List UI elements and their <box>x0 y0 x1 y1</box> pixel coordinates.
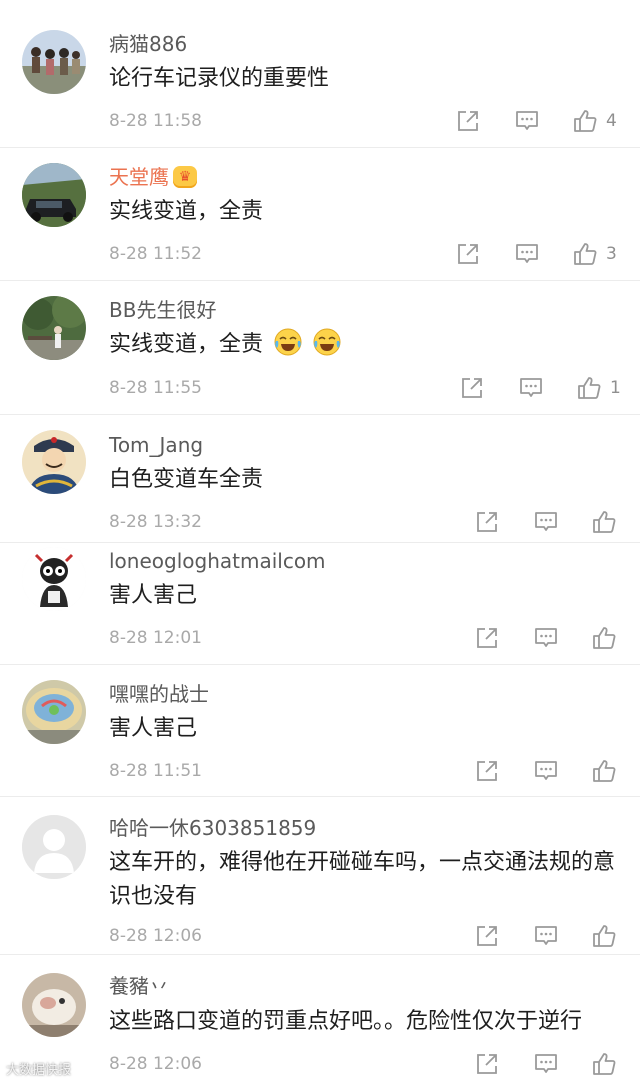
watermark: 大数据快报 <box>6 1063 72 1078</box>
username[interactable]: 病猫886 <box>109 31 187 57</box>
forward-icon <box>477 512 497 532</box>
username[interactable]: 養豬丷 <box>109 973 169 999</box>
laughing-tears-emoji <box>313 328 341 356</box>
comment-text: 害人害己 <box>109 583 198 608</box>
comment-icon <box>535 1054 557 1073</box>
avatar[interactable] <box>22 163 86 227</box>
comment-button[interactable] <box>533 507 559 537</box>
forward-icon <box>477 926 497 946</box>
comment-button[interactable] <box>533 623 559 653</box>
crown-vip-icon: ♛ <box>173 165 197 188</box>
avatar[interactable] <box>22 815 86 879</box>
avatar[interactable] <box>22 973 86 1037</box>
comment-button[interactable] <box>514 239 540 269</box>
comment-icon <box>535 512 557 531</box>
comment-item: Tom_Jang 白色变道车全责 8-28 13:32 <box>0 415 640 543</box>
forward-icon <box>458 111 478 131</box>
forward-button[interactable] <box>459 373 485 403</box>
comment-text: 白色变道车全责 <box>109 467 264 492</box>
forward-icon <box>462 378 482 398</box>
comment-button[interactable] <box>533 756 559 786</box>
like-button[interactable] <box>591 507 617 537</box>
comment-button[interactable] <box>514 106 540 136</box>
username[interactable]: Tom_Jang <box>109 432 203 458</box>
username[interactable]: BB先生很好 <box>109 297 216 323</box>
like-button[interactable] <box>591 921 617 951</box>
username[interactable]: 哈哈一休6303851859 <box>109 815 316 841</box>
username[interactable]: 天堂鹰 ♛ <box>109 164 197 190</box>
forward-button[interactable] <box>474 623 500 653</box>
forward-icon <box>477 761 497 781</box>
like-icon <box>593 627 616 649</box>
forward-button[interactable] <box>474 756 500 786</box>
like-count: 1 <box>610 378 621 398</box>
comment-text: 实线变道，全责 <box>109 199 264 224</box>
avatar[interactable] <box>22 430 86 494</box>
forward-icon <box>458 244 478 264</box>
like-button[interactable] <box>591 756 617 786</box>
comment-item: loneogloghatmailcom 害人害己 8-28 12:01 <box>0 543 640 665</box>
comment-button[interactable] <box>518 373 544 403</box>
like-icon <box>593 925 616 947</box>
comment-text: 害人害己 <box>109 716 198 741</box>
avatar[interactable] <box>22 296 86 360</box>
comment-icon <box>520 378 542 397</box>
comment-item: 養豬丷 这些路口变道的罚重点好吧。。危险性仅次于逆行 8-28 12:06 <box>0 955 640 1086</box>
laughing-tears-emoji <box>274 328 302 356</box>
comment-icon <box>516 111 538 130</box>
comment-item: 病猫886 论行车记录仪的重要性 8-28 11:58 4 <box>0 0 640 148</box>
comment-icon <box>535 628 557 647</box>
forward-button[interactable] <box>455 106 481 136</box>
like-icon <box>578 377 601 399</box>
forward-icon <box>477 1054 497 1074</box>
comment-item: 哈哈一休6303851859 这车开的，难得他在开碰碰车吗，一点交通法规的意识也… <box>0 797 640 955</box>
like-icon <box>574 243 597 265</box>
forward-button[interactable] <box>474 1049 500 1079</box>
comment-item: 天堂鹰 ♛ 实线变道，全责 8-28 11:52 3 <box>0 148 640 281</box>
like-icon <box>593 1053 616 1075</box>
comment-icon <box>535 761 557 780</box>
forward-button[interactable] <box>474 507 500 537</box>
forward-button[interactable] <box>474 921 500 951</box>
comment-text: 这车开的，难得他在开碰碰车吗，一点交通法规的意识也没有 <box>109 850 616 909</box>
like-icon <box>574 110 597 132</box>
like-count: 4 <box>606 111 617 131</box>
like-button[interactable] <box>591 1049 617 1079</box>
avatar[interactable] <box>22 547 86 611</box>
like-button[interactable]: 4 <box>572 106 617 136</box>
comment-text: 论行车记录仪的重要性 <box>109 66 330 91</box>
avatar[interactable] <box>22 680 86 744</box>
like-icon <box>593 511 616 533</box>
forward-icon <box>477 628 497 648</box>
comment-item: 嘿嘿的战士 害人害己 8-28 11:51 <box>0 665 640 797</box>
comment-item: BB先生很好 实线变道，全责 8-28 11:55 1 <box>0 281 640 415</box>
like-count: 3 <box>606 244 617 264</box>
comment-text: 实线变道，全责 <box>109 328 622 362</box>
like-button[interactable]: 1 <box>576 373 621 403</box>
like-icon <box>593 760 616 782</box>
comment-button[interactable] <box>533 921 559 951</box>
comment-button[interactable] <box>533 1049 559 1079</box>
comment-text: 这些路口变道的罚重点好吧。。危险性仅次于逆行 <box>109 1009 583 1034</box>
like-button[interactable] <box>591 623 617 653</box>
like-button[interactable]: 3 <box>572 239 617 269</box>
comment-icon <box>535 926 557 945</box>
avatar[interactable] <box>22 30 86 94</box>
username[interactable]: 嘿嘿的战士 <box>109 681 209 707</box>
forward-button[interactable] <box>455 239 481 269</box>
username[interactable]: loneogloghatmailcom <box>109 548 326 574</box>
comment-icon <box>516 244 538 263</box>
